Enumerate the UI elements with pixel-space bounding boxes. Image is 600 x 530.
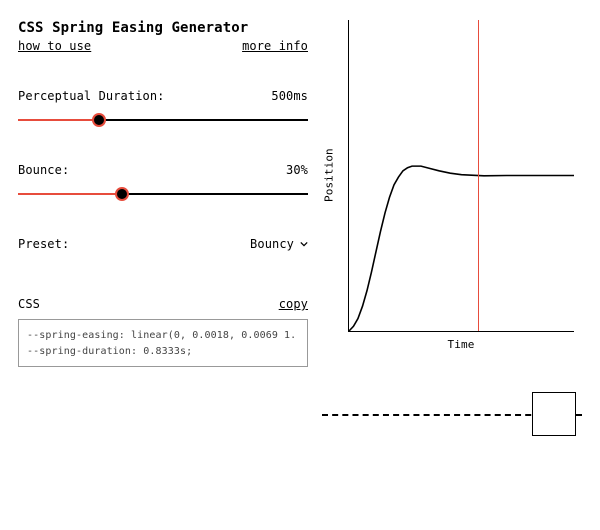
animation-preview [322,390,582,440]
more-info-link[interactable]: more info [242,39,308,53]
chart-ylabel: Position [322,20,336,330]
duration-slider[interactable] [18,113,308,127]
page-title: CSS Spring Easing Generator [18,20,308,36]
copy-button[interactable]: copy [279,297,308,311]
time-marker [478,20,480,331]
bounce-slider[interactable] [18,187,308,201]
duration-value: 500ms [271,89,308,103]
preset-label: Preset: [18,237,69,251]
css-output[interactable]: --spring-easing: linear(0, 0.0018, 0.006… [18,319,308,367]
chevron-down-icon [300,240,308,248]
duration-label: Perceptual Duration: [18,89,165,103]
css-label: CSS [18,297,40,311]
chart-xlabel: Time [348,338,574,351]
preset-selected: Bouncy [250,237,294,251]
bounce-label: Bounce: [18,163,69,177]
how-to-use-link[interactable]: how to use [18,39,91,53]
preset-select[interactable]: Bouncy [250,237,308,251]
spring-chart: Position Time [322,20,582,360]
bounce-value: 30% [286,163,308,177]
preview-box [532,392,576,436]
